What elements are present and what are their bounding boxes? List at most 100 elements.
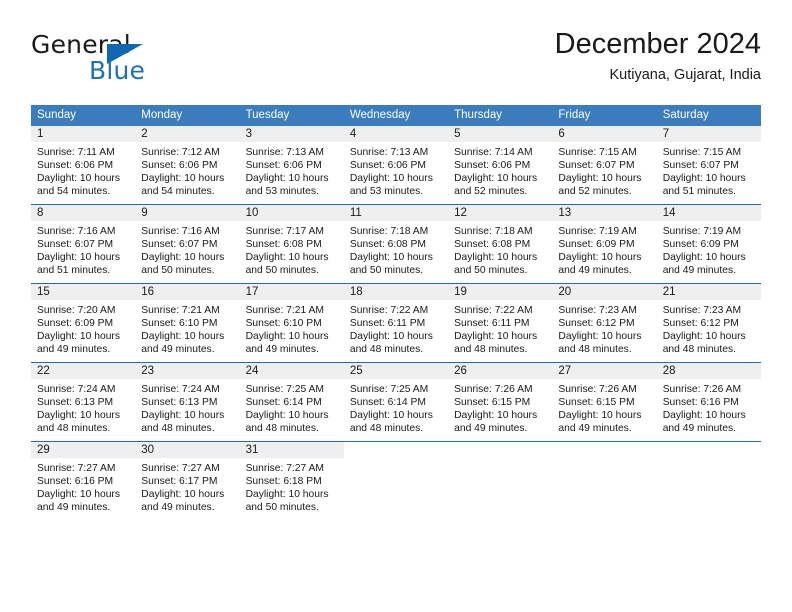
day-cell[interactable]: 2 Sunrise: 7:12 AM Sunset: 6:06 PM Daylight… [135,126,240,204]
day-cell[interactable]: 22 Sunrise: 7:24 AM Sunset: 6:13 PM Dayligh… [31,363,136,441]
day-cell[interactable]: 1 Sunrise: 7:11 AM Sunset: 6:06 PM Daylight… [31,126,136,204]
day-cell[interactable]: 7 Sunrise: 7:15 AM Sunset: 6:07 PM Daylight… [656,126,761,204]
day-cell[interactable]: 14 Sunrise: 7:19 AM Sunset: 6:09 PM Dayligh… [656,205,761,283]
daylight-text-line1: Daylight: 10 hours [245,489,329,501]
day-cell[interactable]: 30 Sunrise: 7:27 AM Sunset: 6:17 PM Dayligh… [135,442,240,520]
day-cell[interactable]: 17 Sunrise: 7:21 AM Sunset: 6:10 PM Dayligh… [239,284,344,362]
day-cell[interactable]: 28 Sunrise: 7:26 AM Sunset: 6:16 PM Dayligh… [656,363,761,441]
calendar-week-row: 29 Sunrise: 7:27 AM Sunset: 6:16 PM Dayligh… [31,441,761,520]
calendar-cell: 17 Sunrise: 7:21 AM Sunset: 6:10 PM Dayligh… [239,283,344,363]
day-number: 11 [343,205,449,221]
calendar-cell [656,441,761,520]
day-details: Sunrise: 7:26 AM Sunset: 6:15 PM Daylight:… [552,379,656,435]
day-cell[interactable]: 13 Sunrise: 7:19 AM Sunset: 6:09 PM Dayligh… [552,205,657,283]
brand-logo[interactable]: General Blue [31,32,211,88]
day-details: Sunrise: 7:13 AM Sunset: 6:06 PM Daylight:… [344,142,448,198]
day-cell[interactable]: 23 Sunrise: 7:24 AM Sunset: 6:13 PM Dayligh… [135,363,240,441]
sunset-text: Sunset: 6:06 PM [454,160,531,172]
sunrise-text: Sunrise: 7:25 AM [245,384,324,395]
daylight-text-line1: Daylight: 10 hours [558,331,642,343]
calendar-cell: 2 Sunrise: 7:12 AM Sunset: 6:06 PM Daylight… [135,126,240,205]
day-cell[interactable]: 9 Sunrise: 7:16 AM Sunset: 6:07 PM Daylight… [135,205,240,283]
sunrise-text: Sunrise: 7:16 AM [37,226,116,237]
day-cell[interactable]: 27 Sunrise: 7:26 AM Sunset: 6:15 PM Dayligh… [552,363,657,441]
day-number: 18 [343,284,449,300]
sunrise-text: Sunrise: 7:16 AM [141,226,220,237]
calendar-cell: 27 Sunrise: 7:26 AM Sunset: 6:15 PM Dayligh… [552,362,657,442]
day-number [343,442,449,458]
sunrise-text: Sunrise: 7:12 AM [141,147,220,158]
daylight-text-line1: Daylight: 10 hours [349,252,433,264]
day-cell[interactable]: 21 Sunrise: 7:23 AM Sunset: 6:12 PM Dayligh… [656,284,761,362]
daylight-text-line1: Daylight: 10 hours [141,331,225,343]
day-number: 12 [448,205,553,221]
day-number: 28 [656,363,761,379]
day-cell[interactable]: 24 Sunrise: 7:25 AM Sunset: 6:14 PM Dayligh… [239,363,344,441]
day-cell[interactable]: 4 Sunrise: 7:13 AM Sunset: 6:06 PM Daylight… [343,126,449,204]
day-cell[interactable]: 16 Sunrise: 7:21 AM Sunset: 6:10 PM Dayligh… [135,284,240,362]
day-number: 13 [552,205,657,221]
day-cell[interactable]: 19 Sunrise: 7:22 AM Sunset: 6:11 PM Dayligh… [448,284,553,362]
day-cell[interactable]: 10 Sunrise: 7:17 AM Sunset: 6:08 PM Dayligh… [239,205,344,283]
day-cell[interactable]: 11 Sunrise: 7:18 AM Sunset: 6:08 PM Dayligh… [343,205,449,283]
calendar-cell: 16 Sunrise: 7:21 AM Sunset: 6:10 PM Dayligh… [135,283,240,363]
day-details: Sunrise: 7:21 AM Sunset: 6:10 PM Daylight:… [135,300,239,356]
sunset-text: Sunset: 6:07 PM [662,160,739,172]
day-number: 9 [135,205,240,221]
sunrise-text: Sunrise: 7:19 AM [662,226,742,237]
day-details: Sunrise: 7:19 AM Sunset: 6:09 PM Daylight:… [552,221,656,277]
day-number: 16 [135,284,240,300]
daylight-text-line2: and 49 minutes. [662,423,736,435]
day-cell[interactable]: 15 Sunrise: 7:20 AM Sunset: 6:09 PM Dayligh… [31,284,136,362]
daylight-text-line2: and 48 minutes. [245,423,319,435]
daylight-text-line1: Daylight: 10 hours [454,410,538,422]
day-cell-empty [656,442,761,520]
day-details: Sunrise: 7:18 AM Sunset: 6:08 PM Daylight:… [344,221,448,277]
day-cell[interactable]: 29 Sunrise: 7:27 AM Sunset: 6:16 PM Dayligh… [31,442,136,520]
day-cell[interactable]: 31 Sunrise: 7:27 AM Sunset: 6:18 PM Dayligh… [239,442,344,520]
calendar-cell [448,441,553,520]
day-number: 25 [343,363,449,379]
day-cell[interactable]: 12 Sunrise: 7:18 AM Sunset: 6:08 PM Dayligh… [448,205,553,283]
calendar-cell: 14 Sunrise: 7:19 AM Sunset: 6:09 PM Dayligh… [656,204,761,284]
day-cell[interactable]: 8 Sunrise: 7:16 AM Sunset: 6:07 PM Daylight… [31,205,136,283]
sunrise-text: Sunrise: 7:13 AM [349,147,429,158]
sunrise-text: Sunrise: 7:27 AM [37,463,116,474]
calendar-cell: 30 Sunrise: 7:27 AM Sunset: 6:17 PM Dayligh… [135,441,240,520]
daylight-text-line1: Daylight: 10 hours [245,252,329,264]
day-details: Sunrise: 7:19 AM Sunset: 6:09 PM Daylight:… [657,221,761,277]
daylight-text-line2: and 49 minutes. [245,344,319,356]
title-block: December 2024 Kutiyana, Gujarat, India [555,28,761,85]
day-cell[interactable]: 26 Sunrise: 7:26 AM Sunset: 6:15 PM Dayligh… [448,363,553,441]
daylight-text-line1: Daylight: 10 hours [37,173,120,185]
sunrise-text: Sunrise: 7:23 AM [558,305,637,316]
day-cell[interactable]: 25 Sunrise: 7:25 AM Sunset: 6:14 PM Dayligh… [343,363,449,441]
sunrise-text: Sunrise: 7:25 AM [349,384,429,395]
day-details: Sunrise: 7:18 AM Sunset: 6:08 PM Daylight:… [448,221,552,277]
daylight-text-line2: and 48 minutes. [141,423,215,435]
day-cell[interactable]: 3 Sunrise: 7:13 AM Sunset: 6:06 PM Daylight… [239,126,344,204]
day-cell[interactable]: 18 Sunrise: 7:22 AM Sunset: 6:11 PM Dayligh… [343,284,449,362]
day-cell[interactable]: 20 Sunrise: 7:23 AM Sunset: 6:12 PM Dayligh… [552,284,657,362]
day-number: 4 [343,126,449,142]
day-cell[interactable]: 5 Sunrise: 7:14 AM Sunset: 6:06 PM Daylight… [448,126,553,204]
day-number: 26 [448,363,553,379]
calendar-week-row: 1 Sunrise: 7:11 AM Sunset: 6:06 PM Daylight… [31,126,761,205]
sunrise-text: Sunrise: 7:20 AM [37,305,116,316]
day-number: 27 [552,363,657,379]
day-number: 24 [239,363,344,379]
sunset-text: Sunset: 6:12 PM [558,318,635,330]
daylight-text-line2: and 48 minutes. [662,344,736,356]
day-cell[interactable]: 6 Sunrise: 7:15 AM Sunset: 6:07 PM Daylight… [552,126,657,204]
sunset-text: Sunset: 6:06 PM [141,160,218,172]
day-cell-empty [448,442,553,520]
daylight-text-line2: and 48 minutes. [454,344,528,356]
daylight-text-line2: and 51 minutes. [37,265,111,277]
sunset-text: Sunset: 6:16 PM [662,397,739,409]
daylight-text-line2: and 49 minutes. [141,502,215,514]
sunset-text: Sunset: 6:15 PM [454,397,531,409]
daylight-text-line2: and 50 minutes. [141,265,215,277]
day-details: Sunrise: 7:20 AM Sunset: 6:09 PM Daylight:… [31,300,135,356]
daylight-text-line2: and 54 minutes. [37,186,111,198]
sunset-text: Sunset: 6:09 PM [662,239,739,251]
